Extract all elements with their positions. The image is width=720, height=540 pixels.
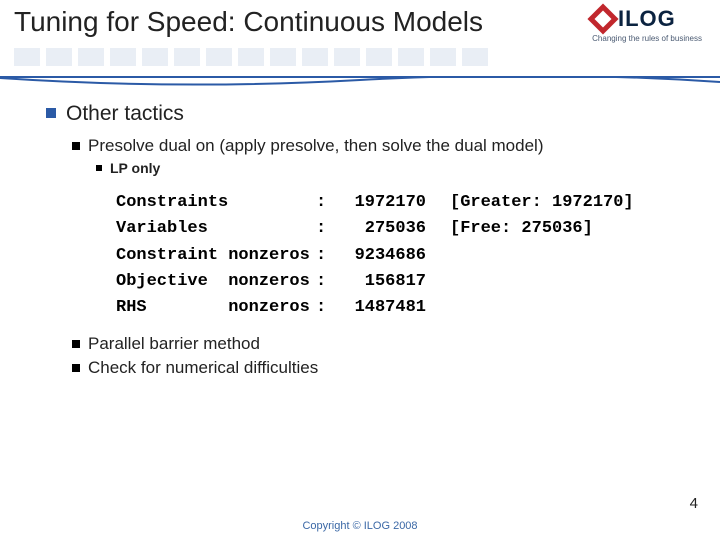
- sub-bullet: Presolve dual on (apply presolve, then s…: [72, 136, 674, 156]
- logo-diamond-icon: [587, 3, 618, 34]
- sub-bullet: Check for numerical difficulties: [72, 358, 674, 378]
- stat-extra: [Free: 275036]: [426, 216, 593, 242]
- stat-sep: :: [316, 190, 336, 216]
- page-number: 4: [690, 495, 698, 512]
- stat-row: Variables : 275036 [Free: 275036]: [116, 216, 674, 242]
- logo-letters: ILOG: [618, 6, 676, 32]
- stat-label: Constraint nonzeros: [116, 243, 316, 269]
- sub-sub-bullet-text: LP only: [110, 160, 160, 176]
- bullet-square-icon: [46, 108, 56, 118]
- stat-label: Objective nonzeros: [116, 269, 316, 295]
- stat-label: Constraints: [116, 190, 316, 216]
- bullet-square-icon: [72, 142, 80, 150]
- copyright-footer: Copyright © ILOG 2008: [0, 520, 720, 532]
- title-bar: Tuning for Speed: Continuous Models ILOG…: [0, 0, 720, 78]
- brand-logo: ILOG Changing the rules of business: [592, 6, 702, 62]
- bullet-square-icon: [72, 340, 80, 348]
- stat-sep: :: [316, 216, 336, 242]
- slide-content: Other tactics Presolve dual on (apply pr…: [0, 78, 720, 378]
- stat-extra: [426, 295, 450, 321]
- stat-row: RHS nonzeros : 1487481: [116, 295, 674, 321]
- section-heading-text: Other tactics: [66, 102, 184, 126]
- bullet-square-icon: [72, 364, 80, 372]
- stat-value: 1972170: [336, 190, 426, 216]
- stat-extra: [426, 243, 450, 269]
- stat-sep: :: [316, 295, 336, 321]
- title-decor-squares: [14, 48, 488, 66]
- stat-row: Constraint nonzeros : 9234686: [116, 243, 674, 269]
- sub-bullet-text: Parallel barrier method: [88, 334, 260, 354]
- section-heading: Other tactics: [46, 102, 674, 126]
- logo-tagline: Changing the rules of business: [592, 34, 702, 43]
- stat-label: Variables: [116, 216, 316, 242]
- stat-label: RHS nonzeros: [116, 295, 316, 321]
- title-underline-wave: [0, 76, 720, 88]
- stat-sep: :: [316, 243, 336, 269]
- stat-value: 275036: [336, 216, 426, 242]
- stat-value: 156817: [336, 269, 426, 295]
- sub-bullet: Parallel barrier method: [72, 334, 674, 354]
- stats-block: Constraints : 1972170 [Greater: 1972170]…: [116, 190, 674, 322]
- sub-bullet-text: Presolve dual on (apply presolve, then s…: [88, 136, 544, 156]
- sub-sub-bullet: LP only: [96, 160, 674, 176]
- stat-row: Constraints : 1972170 [Greater: 1972170]: [116, 190, 674, 216]
- stat-value: 1487481: [336, 295, 426, 321]
- stat-row: Objective nonzeros : 156817: [116, 269, 674, 295]
- sub-bullet-text: Check for numerical difficulties: [88, 358, 318, 378]
- bullet-square-icon: [96, 165, 102, 171]
- stat-extra: [Greater: 1972170]: [426, 190, 634, 216]
- stat-extra: [426, 269, 450, 295]
- stat-value: 9234686: [336, 243, 426, 269]
- stat-sep: :: [316, 269, 336, 295]
- slide-title: Tuning for Speed: Continuous Models: [14, 6, 483, 38]
